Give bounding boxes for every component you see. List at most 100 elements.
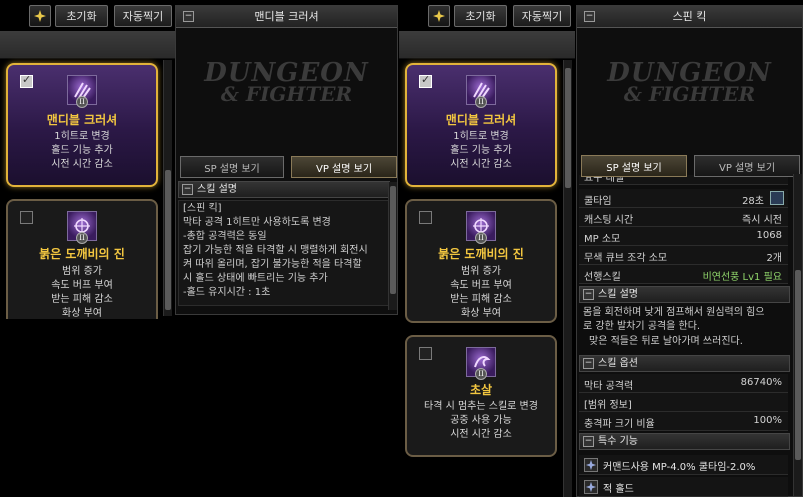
- stat-row-prerequisite: 선행스킬 비연선풍 Lv1 필요: [579, 265, 788, 284]
- desc-line: -총합 공격력은 동일: [183, 231, 267, 242]
- skill-card-name: 초살: [469, 383, 493, 397]
- stat-row-mp-cost: MP 소모 1068: [579, 227, 788, 246]
- option-key: 막타 공격력: [584, 381, 634, 392]
- right-skill-column: 초기화 자동찍기 II 맨디블 크러셔 1히트로 변경 홀드 기능 추가 시전 …: [399, 0, 575, 497]
- section-header-skill-desc: − 스킬 설명: [579, 286, 790, 303]
- skill-card-line: 시전 시간 감소: [450, 429, 512, 440]
- collapse-button[interactable]: −: [584, 11, 595, 22]
- right-cards-scrollbar-thumb[interactable]: [565, 68, 571, 188]
- stat-value: 2개: [766, 253, 782, 264]
- tab-sp-description[interactable]: SP 설명 보기: [581, 155, 687, 177]
- left-header-strip: [0, 31, 175, 59]
- special-row-command: 커맨드사용 MP-4.0% 쿨타임-2.0%: [579, 455, 788, 475]
- section-title: 스킬 설명: [197, 184, 237, 195]
- collapse-button[interactable]: −: [583, 289, 594, 300]
- panel-title: − 스핀 킥: [577, 6, 802, 28]
- skill-detail-panel-spin-kick: − 스핀 킥 DUNGEON & FIGHTER 요구 레벨 50 SP 설명 …: [576, 5, 803, 497]
- tab-vp-description[interactable]: VP 설명 보기: [694, 155, 800, 177]
- section-header-skill-desc: − 스킬 설명: [178, 181, 390, 198]
- skill-card-line: 시전 시간 감소: [450, 159, 512, 170]
- stat-row-cast-time: 캐스팅 시간 즉시 시전: [579, 208, 788, 227]
- claw-slash-icon: II: [466, 75, 496, 108]
- stat-key: 무색 큐브 조각 소모: [584, 253, 668, 264]
- skill-card-red-goblin-formation[interactable]: II 붉은 도깨비의 진 범위 증가 속도 버프 부여 받는 피해 감소 화상 …: [6, 199, 158, 319]
- dnf-logo: DUNGEON & FIGHTER: [176, 58, 397, 106]
- option-key: 충격파 크기 비율: [584, 419, 655, 430]
- stat-key: 캐스팅 시간: [584, 215, 634, 226]
- claw-slash-icon: II: [67, 75, 97, 108]
- desc-line: 막타 공격 1히트만 사용하도록 변경: [183, 217, 331, 228]
- option-value: 86740%: [740, 377, 782, 388]
- mid-scrollbar-thumb[interactable]: [390, 186, 396, 294]
- skill-tree-toggle-button[interactable]: [428, 5, 450, 27]
- skill-card-line: 범위 증가: [461, 266, 501, 277]
- special-text: 적 홀드: [603, 484, 634, 495]
- auto-learn-button[interactable]: 자동찍기: [114, 5, 172, 27]
- left-skill-column: 초기화 자동찍기 II 맨디블 크러셔 1히트로 변경 홀드 기능 추가 시전 …: [0, 0, 175, 497]
- stat-key: 선행스킬: [584, 272, 621, 283]
- tab-sp-description[interactable]: SP 설명 보기: [180, 156, 284, 178]
- section-header-special: − 특수 기능: [579, 433, 790, 450]
- dnf-logo: DUNGEON & FIGHTER: [577, 58, 802, 106]
- desc-line: 로 강한 발차기 공격을 한다.: [583, 321, 701, 332]
- skill-card-line: 받는 피해 감소: [51, 294, 113, 305]
- stat-key: MP 소모: [584, 234, 621, 245]
- wing-star-icon: [584, 458, 598, 472]
- skill-card-line: 공중 사용 가능: [450, 415, 512, 426]
- stat-row-cube-cost: 무색 큐브 조각 소모 2개: [579, 246, 788, 265]
- collapse-button[interactable]: −: [583, 436, 594, 447]
- right-cards-scrollbar[interactable]: [563, 60, 572, 497]
- skill-card-checkbox[interactable]: [419, 211, 432, 224]
- skill-card-line: 홀드 기능 추가: [450, 145, 512, 156]
- left-scrollbar-thumb[interactable]: [165, 170, 171, 310]
- skill-card-red-goblin-formation[interactable]: II 붉은 도깨비의 진 범위 증가 속도 버프 부여 받는 피해 감소 화상 …: [405, 199, 557, 323]
- stat-row-cooldown: 쿨타임 28초: [579, 189, 788, 208]
- right-panel-scrollbar-thumb[interactable]: [795, 270, 801, 460]
- skill-card-checkbox[interactable]: [20, 73, 33, 88]
- skill-card-name: 붉은 도깨비의 진: [39, 247, 125, 261]
- skill-card-checkbox[interactable]: [419, 347, 432, 360]
- left-scrollbar[interactable]: [163, 60, 172, 316]
- right-panel-scrollbar[interactable]: [793, 174, 802, 496]
- skill-card-mandible-crusher[interactable]: II 맨디블 크러셔 1히트로 변경 홀드 기능 추가 시전 시간 감소: [405, 63, 557, 187]
- skill-card-line: 시전 시간 감소: [51, 159, 113, 170]
- special-text: 커맨드사용 MP-4.0% 쿨타임-2.0%: [603, 462, 756, 473]
- wing-star-icon: [584, 480, 598, 494]
- reset-button[interactable]: 초기화: [454, 5, 507, 27]
- skill-card-name: 맨디블 크러셔: [46, 113, 118, 127]
- option-row-range-info: [범위 정보]: [579, 393, 788, 412]
- skill-card-name: 붉은 도깨비의 진: [438, 247, 524, 261]
- panel-title-text: 맨디블 크러셔: [254, 10, 319, 23]
- mid-scrollbar[interactable]: [388, 182, 397, 310]
- reset-button[interactable]: 초기화: [55, 5, 108, 27]
- desc-line: 맞은 적들은 뒤로 날아가며 쓰러진다.: [589, 336, 743, 347]
- desc-line: 시 홀드 상태에 빠트리는 기능 추가: [183, 273, 328, 284]
- stat-value: 1068: [756, 230, 782, 241]
- skill-card-chosal[interactable]: II 초살 타격 시 멈추는 스킬로 변경 공중 사용 가능 시전 시간 감소: [405, 335, 557, 457]
- collapse-button[interactable]: −: [182, 184, 193, 195]
- desc-line: -홀드 유지시간 : 1초: [183, 287, 271, 298]
- skill-card-checkbox[interactable]: [419, 73, 432, 88]
- panel-title-text: 스핀 킥: [672, 10, 707, 23]
- goblin-seal-icon: II: [466, 211, 496, 244]
- skill-card-line: 화상 부여: [62, 308, 102, 319]
- skill-card-line: 타격 시 멈추는 스킬로 변경: [424, 401, 538, 412]
- cooldown-info-icon[interactable]: [770, 191, 784, 205]
- special-row-hold: 적 홀드: [579, 477, 788, 497]
- desc-line: [스핀 킥]: [183, 203, 222, 214]
- tab-vp-description[interactable]: VP 설명 보기: [291, 156, 397, 178]
- auto-learn-button[interactable]: 자동찍기: [513, 5, 571, 27]
- section-header-skill-options: − 스킬 옵션: [579, 355, 790, 372]
- stat-value: 28초: [742, 196, 764, 207]
- collapse-button[interactable]: −: [183, 11, 194, 22]
- collapse-button[interactable]: −: [583, 358, 594, 369]
- desc-line: 몸을 회전하며 낮게 점프해서 원심력의 힘으: [583, 307, 765, 318]
- skill-tree-toggle-button[interactable]: [29, 5, 51, 27]
- skill-card-line: 범위 증가: [62, 266, 102, 277]
- skill-card-line: 1히트로 변경: [453, 131, 509, 142]
- option-key: [범위 정보]: [584, 400, 632, 411]
- skill-card-checkbox[interactable]: [20, 211, 33, 224]
- skill-card-mandible-crusher[interactable]: II 맨디블 크러셔 1히트로 변경 홀드 기능 추가 시전 시간 감소: [6, 63, 158, 187]
- skill-card-line: 홀드 기능 추가: [51, 145, 113, 156]
- section-title: 스킬 설명: [598, 289, 638, 300]
